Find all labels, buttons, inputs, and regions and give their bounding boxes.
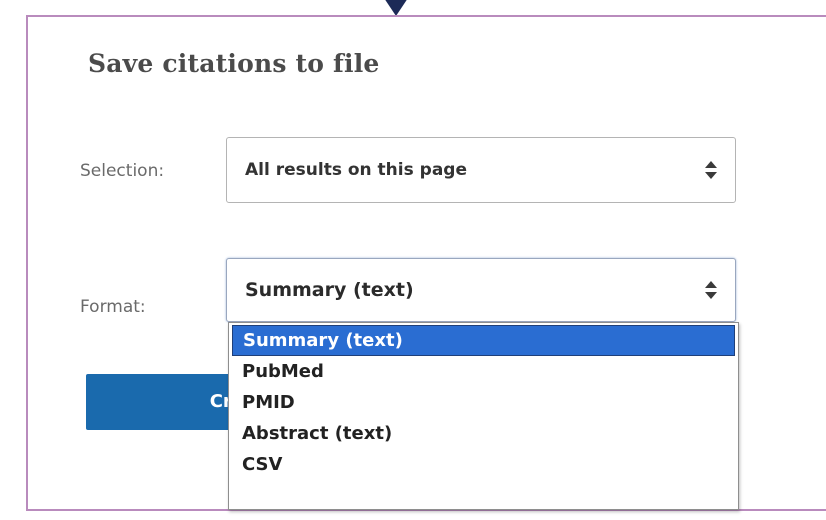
pointer-arrow-icon [384, 0, 408, 16]
format-option-csv[interactable]: CSV [229, 449, 738, 480]
updown-icon [705, 281, 717, 299]
selection-label: Selection: [80, 161, 165, 181]
format-option-summary-text[interactable]: Summary (text) [232, 325, 735, 356]
save-citations-dialog: Save citations to file Selection: All re… [26, 15, 826, 511]
dialog-title: Save citations to file [88, 49, 380, 78]
format-select-value: Summary (text) [245, 279, 414, 301]
format-option-pubmed[interactable]: PubMed [229, 356, 738, 387]
create-file-button[interactable]: Cre [86, 374, 246, 430]
format-select[interactable]: Summary (text) [226, 258, 736, 322]
updown-icon [705, 161, 717, 179]
format-option-pmid[interactable]: PMID [229, 387, 738, 418]
selection-select-value: All results on this page [245, 160, 467, 180]
format-dropdown-list: Summary (text) PubMed PMID Abstract (tex… [228, 322, 739, 510]
format-option-abstract-text[interactable]: Abstract (text) [229, 418, 738, 449]
format-label: Format: [80, 297, 146, 317]
selection-select[interactable]: All results on this page [226, 137, 736, 203]
